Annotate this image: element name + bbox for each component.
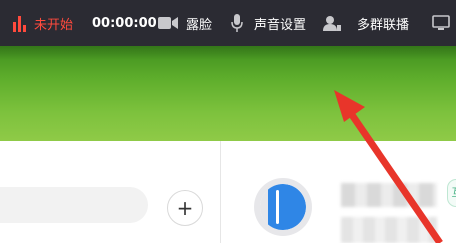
right-panel: 互 (221, 141, 456, 243)
add-button[interactable]: + (167, 190, 203, 226)
face-label: 露脸 (186, 17, 213, 33)
live-toolbar: 未开始 00:00:00 露脸 声音设置 多群联播 (0, 0, 456, 46)
signal-bars-icon (13, 0, 27, 46)
video-preview-banner (0, 46, 456, 141)
multi-broadcast-label: 多群联播 (357, 17, 410, 33)
plus-icon: + (176, 196, 194, 220)
avatar[interactable] (260, 184, 306, 230)
live-timer: 00:00:00 (92, 0, 157, 46)
status-label: 未开始 (34, 17, 74, 33)
microphone-icon[interactable] (231, 0, 243, 46)
user-broadcast-icon[interactable] (323, 0, 341, 46)
sound-settings-button[interactable]: 声音设置 (254, 0, 306, 46)
face-button[interactable]: 露脸 (186, 0, 212, 46)
blurred-name (341, 183, 437, 207)
video-camera-icon[interactable] (158, 0, 178, 46)
multi-broadcast-button[interactable]: 多群联播 (357, 0, 409, 46)
timer-text: 00:00:00 (92, 15, 157, 31)
search-input[interactable] (0, 187, 148, 223)
blurred-subtitle (341, 217, 437, 243)
sound-settings-label: 声音设置 (254, 17, 307, 33)
tag-label: 互 (452, 186, 456, 199)
screen-share-icon[interactable] (432, 0, 450, 46)
left-panel: + (0, 141, 220, 243)
contact-tag: 互 (447, 179, 456, 207)
live-status: 未开始 (34, 0, 73, 46)
